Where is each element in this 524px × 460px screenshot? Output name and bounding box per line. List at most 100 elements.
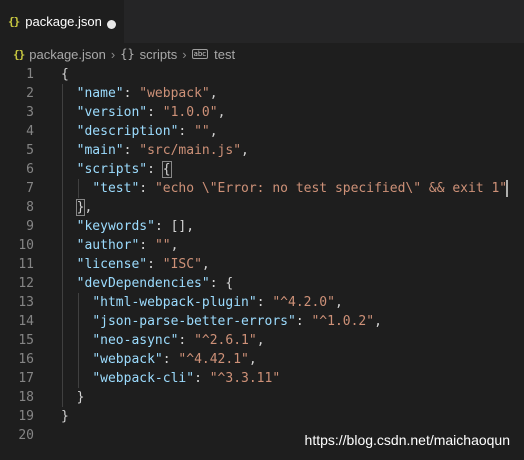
json-key: "json-parse-better-errors" (92, 314, 296, 329)
json-key: "scripts" (76, 162, 148, 177)
json-string: "echo \"Error: no test specified\" && ex… (154, 181, 508, 196)
json-key: "neo-async" (92, 333, 179, 348)
json-string: "^3.3.11" (209, 371, 281, 386)
json-file-icon: {} (13, 47, 25, 61)
json-key: "webpack-cli" (92, 371, 195, 386)
json-punctuation: } (61, 390, 85, 405)
json-punctuation: , (334, 295, 343, 310)
code-line: "license": "ISC", (61, 255, 524, 274)
json-string: "^4.42.1" (178, 352, 249, 367)
unsaved-dot-icon[interactable] (107, 20, 116, 29)
json-punctuation (61, 124, 77, 139)
code-line: "keywords": [], (61, 217, 524, 236)
json-punctuation: , (374, 314, 382, 329)
chevron-right-icon: › (110, 46, 116, 62)
breadcrumb-file-label: package.json (29, 46, 106, 62)
tab-bar: {} package.json (0, 0, 524, 43)
json-punctuation: : (139, 181, 155, 196)
json-punctuation (61, 276, 77, 291)
line-number: 17 (18, 371, 34, 386)
breadcrumb-test[interactable]: abc test (191, 46, 236, 62)
indent-guide (62, 84, 63, 407)
code-line: "webpack": "^4.42.1", (61, 350, 524, 369)
json-punctuation: : { (147, 161, 172, 178)
json-punctuation (61, 162, 77, 177)
line-number: 8 (26, 200, 34, 215)
json-punctuation (61, 86, 77, 101)
json-punctuation: : (147, 257, 163, 272)
json-string: "^4.2.0" (272, 295, 335, 310)
indent-guide (77, 293, 79, 388)
json-punctuation (61, 257, 77, 272)
line-number: 14 (18, 314, 34, 329)
line-number: 10 (18, 238, 34, 253)
json-punctuation: , (217, 105, 226, 120)
json-key: "webpack" (92, 352, 163, 367)
code-line: "devDependencies": { (61, 274, 524, 293)
json-key: "license" (76, 257, 148, 272)
json-string: "" (194, 124, 210, 139)
json-punctuation: , (256, 333, 265, 348)
json-punctuation: : (147, 105, 163, 120)
code-line: "version": "1.0.0", (61, 103, 524, 122)
line-number: 4 (26, 124, 34, 139)
json-punctuation: : (194, 371, 210, 386)
json-file-icon: {} (8, 15, 20, 28)
json-key: "version" (76, 105, 148, 120)
breadcrumb-file[interactable]: {} package.json (13, 47, 106, 62)
json-key: "test" (92, 181, 140, 196)
bracket-match: } (75, 199, 86, 216)
line-number: 7 (26, 181, 34, 196)
json-key: "description" (76, 124, 179, 139)
json-key: "author" (76, 238, 140, 253)
code-area[interactable]: { "name": "webpack", "version": "1.0.0",… (61, 65, 524, 445)
code-line: "main": "src/main.js", (61, 141, 524, 160)
code-line: } (61, 388, 524, 407)
code-line: }, (61, 198, 524, 217)
line-number: 6 (26, 162, 34, 177)
json-punctuation: : (256, 295, 273, 310)
json-punctuation: : (178, 124, 195, 139)
json-string: "src/main.js" (139, 143, 242, 158)
code-line: "html-webpack-plugin": "^4.2.0", (61, 293, 524, 312)
string-type-icon: abc (191, 49, 209, 59)
json-string: "webpack" (139, 86, 210, 101)
code-line: "webpack-cli": "^3.3.11" (61, 369, 524, 388)
json-punctuation: , (248, 352, 257, 367)
line-number: 1 (26, 67, 34, 82)
json-string: "^1.0.2" (311, 314, 375, 329)
line-number: 18 (18, 390, 34, 405)
line-number: 9 (26, 219, 34, 234)
json-key: "html-webpack-plugin" (92, 295, 257, 310)
tab-package-json[interactable]: {} package.json (0, 0, 124, 43)
json-punctuation: : (178, 333, 195, 348)
json-punctuation: : { (209, 276, 234, 291)
json-punctuation (61, 219, 77, 234)
object-braces-icon: {} (120, 47, 135, 61)
json-key: "name" (76, 86, 124, 101)
code-editor[interactable]: 1 2 3 4 5 6 7 8 9 10 11 12 13 14 15 16 17 18 19 20 { "name"… (0, 65, 524, 460)
json-punctuation: : (123, 143, 140, 158)
json-key: "devDependencies" (76, 276, 210, 291)
json-string: "1.0.0" (162, 105, 218, 120)
code-line: } (61, 407, 524, 426)
json-punctuation: : [], (154, 219, 195, 234)
bracket-match: { (161, 161, 172, 178)
text-cursor (505, 180, 508, 197)
line-number: 2 (26, 86, 34, 101)
tab-label: package.json (25, 14, 102, 29)
json-punctuation (61, 238, 77, 253)
json-string: "^2.6.1" (194, 333, 257, 348)
breadcrumb-test-label: test (214, 46, 236, 62)
breadcrumb-scripts[interactable]: {} scripts (120, 47, 177, 62)
json-punctuation: }, (75, 199, 93, 216)
chevron-right-icon: › (182, 46, 187, 62)
code-line: "author": "", (61, 236, 524, 255)
line-number: 13 (18, 295, 34, 310)
json-punctuation (61, 105, 77, 120)
line-number: 16 (18, 352, 34, 367)
watermark: https://blog.csdn.net/maichaoqun (304, 432, 510, 448)
breadcrumb: {} package.json › {} scripts › abc test (0, 43, 524, 65)
json-string: "ISC" (162, 257, 202, 272)
json-punctuation: } (61, 409, 69, 424)
